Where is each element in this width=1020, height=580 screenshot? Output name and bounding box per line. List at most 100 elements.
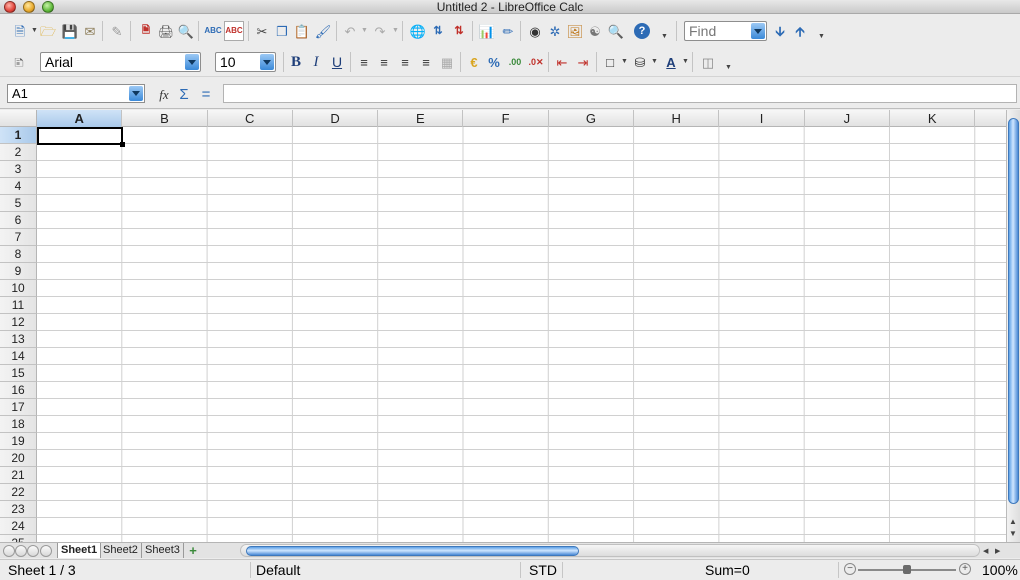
vertical-scrollbar[interactable]: ▲ ▼ (1006, 110, 1020, 542)
open-folder-icon[interactable]: 🗁 (38, 21, 58, 41)
add-decimal-icon[interactable]: .00 (505, 52, 525, 72)
row-header[interactable]: 10 (0, 280, 37, 297)
column-header[interactable]: H (634, 110, 720, 127)
scroll-right-icon[interactable]: ▶ (995, 547, 1000, 555)
name-box-dropdown-icon[interactable] (129, 86, 143, 101)
gallery-icon[interactable]: 🖼 (565, 21, 585, 41)
row-header[interactable]: 12 (0, 314, 37, 331)
justify-icon[interactable]: ≡ (416, 52, 436, 72)
row-header[interactable]: 2 (0, 144, 37, 161)
zoom-slider-knob[interactable] (903, 565, 911, 574)
currency-icon[interactable]: € (464, 52, 484, 72)
next-sheet-icon[interactable] (27, 545, 39, 557)
merge-cells-icon[interactable]: ▦ (437, 52, 457, 72)
column-header[interactable]: G (549, 110, 635, 127)
formula-input[interactable] (223, 84, 1017, 103)
redo-dropdown-icon[interactable]: ▼ (392, 27, 399, 34)
scroll-up-icon[interactable]: ▲ (1009, 517, 1017, 526)
zoom-window-button[interactable] (42, 1, 54, 13)
zoom-out-icon[interactable]: − (844, 563, 856, 575)
spellcheck-icon[interactable]: ABC (203, 21, 223, 41)
save-icon[interactable]: 💾 (60, 21, 80, 41)
row-header[interactable]: 19 (0, 433, 37, 450)
align-right-icon[interactable]: ≡ (395, 52, 415, 72)
formatting-overflow-icon[interactable]: ▼ (725, 64, 732, 71)
scroll-left-icon[interactable]: ◀ (983, 547, 988, 555)
delete-decimal-icon[interactable]: .0✕ (526, 52, 546, 72)
font-color-dropdown-icon[interactable]: ▼ (682, 58, 689, 65)
row-header[interactable]: 13 (0, 331, 37, 348)
row-header[interactable]: 22 (0, 484, 37, 501)
horizontal-scroll-thumb[interactable] (246, 546, 579, 556)
help-icon[interactable]: ? (634, 23, 650, 39)
edit-mode-icon[interactable]: ✎ (107, 21, 127, 41)
navigator-icon[interactable]: ✲ (545, 21, 565, 41)
underline-icon[interactable]: U (327, 52, 347, 72)
spreadsheet-grid[interactable]: ABCDEFGHIJK 1 2 3 4 5 6 7 8 9 10 11 12 13 14 15 16 17 18 1… (0, 110, 1006, 542)
sort-ascending-icon[interactable]: ⇅ (428, 21, 448, 41)
increase-indent-icon[interactable]: ⇥ (573, 52, 593, 72)
add-sheet-icon[interactable]: + (185, 541, 201, 559)
function-icon[interactable]: = (196, 84, 216, 104)
column-header[interactable]: B (122, 110, 208, 127)
row-header[interactable]: 4 (0, 178, 37, 195)
scroll-down-icon[interactable]: ▼ (1009, 529, 1017, 538)
bold-icon[interactable]: B (286, 52, 306, 72)
row-header[interactable]: 21 (0, 467, 37, 484)
previous-sheet-icon[interactable] (15, 545, 27, 557)
row-header[interactable]: 14 (0, 348, 37, 365)
find-next-icon[interactable]: 🡫 (770, 21, 790, 41)
find-overflow-icon[interactable]: ▼ (818, 33, 825, 40)
row-header[interactable]: 3 (0, 161, 37, 178)
export-pdf-icon[interactable]: 🗎 (136, 21, 156, 41)
font-color-icon[interactable]: A (661, 52, 681, 72)
select-all-corner[interactable] (0, 110, 37, 127)
row-header[interactable]: 9 (0, 263, 37, 280)
page-style[interactable]: Default (256, 560, 300, 580)
hyperlink-icon[interactable]: 🌐 (408, 21, 428, 41)
background-color-dropdown-icon[interactable]: ▼ (651, 58, 658, 65)
row-header[interactable]: 16 (0, 382, 37, 399)
data-sources-icon[interactable]: ☯ (585, 21, 605, 41)
new-dropdown-icon[interactable]: ▼ (31, 27, 38, 34)
percent-icon[interactable]: % (484, 52, 504, 72)
cell-area[interactable] (37, 127, 1006, 542)
column-header[interactable]: K (890, 110, 976, 127)
decrease-indent-icon[interactable]: ⇤ (552, 52, 572, 72)
sheet-position[interactable]: Sheet 1 / 3 (8, 560, 76, 580)
zoom-icon[interactable]: 🔍 (606, 21, 626, 41)
find-previous-icon[interactable]: 🡩 (790, 21, 810, 41)
row-header[interactable]: 5 (0, 195, 37, 212)
clone-format-icon[interactable]: 🖌 (313, 21, 333, 41)
row-header[interactable]: 8 (0, 246, 37, 263)
minimize-window-button[interactable] (23, 1, 35, 13)
align-left-icon[interactable]: ≡ (354, 52, 374, 72)
styles-icon[interactable]: 🗈 (9, 52, 29, 72)
column-header[interactable]: C (208, 110, 293, 127)
draw-functions-icon[interactable]: ✏ (498, 21, 518, 41)
find-input[interactable]: Find (684, 21, 767, 41)
active-cell-cursor[interactable] (37, 127, 125, 147)
find-dropdown-icon[interactable] (751, 23, 765, 39)
paste-icon[interactable]: 📋 (292, 21, 312, 41)
autospellcheck-icon[interactable]: ABC (224, 21, 244, 41)
row-header[interactable]: 17 (0, 399, 37, 416)
horizontal-scrollbar[interactable] (240, 544, 980, 557)
new-document-icon[interactable]: 🗎 (10, 21, 30, 41)
font-name-combo[interactable]: Arial (40, 52, 201, 72)
column-header[interactable]: D (293, 110, 379, 127)
column-header[interactable]: J (805, 110, 890, 127)
redo-icon[interactable]: ↷ (370, 21, 390, 41)
function-wizard-icon[interactable]: fx (154, 84, 174, 104)
row-header[interactable]: 11 (0, 297, 37, 314)
toolbar-overflow-icon[interactable]: ▼ (661, 33, 668, 40)
print-preview-icon[interactable]: 🔍 (176, 21, 196, 41)
zoom-in-icon[interactable]: + (959, 563, 971, 575)
sum-icon[interactable]: Σ (174, 84, 194, 104)
font-size-combo[interactable]: 10 (215, 52, 276, 72)
last-sheet-icon[interactable] (40, 545, 52, 557)
row-header[interactable]: 7 (0, 229, 37, 246)
column-header[interactable]: F (464, 110, 549, 127)
first-sheet-icon[interactable] (3, 545, 15, 557)
row-header[interactable]: 18 (0, 416, 37, 433)
